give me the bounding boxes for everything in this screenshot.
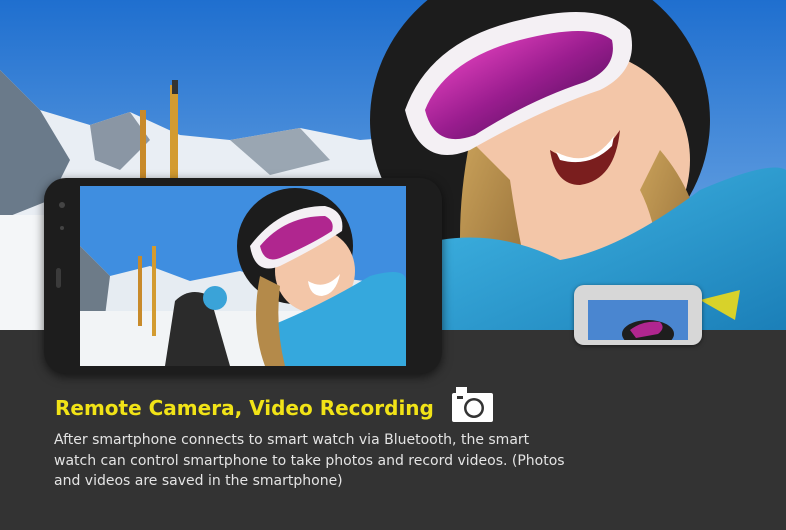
promo-banner: Remote Camera, Video Recording After sma… <box>0 0 786 530</box>
phone-speaker <box>56 268 61 288</box>
front-camera <box>59 202 65 208</box>
camera-icon <box>452 387 493 422</box>
phone-screen-photo <box>80 186 406 366</box>
proximity-sensor <box>60 226 64 230</box>
feature-description: After smartphone connects to smart watch… <box>54 432 565 489</box>
watch-screen-photo <box>588 300 688 340</box>
feature-title: Remote Camera, Video Recording <box>55 396 434 420</box>
